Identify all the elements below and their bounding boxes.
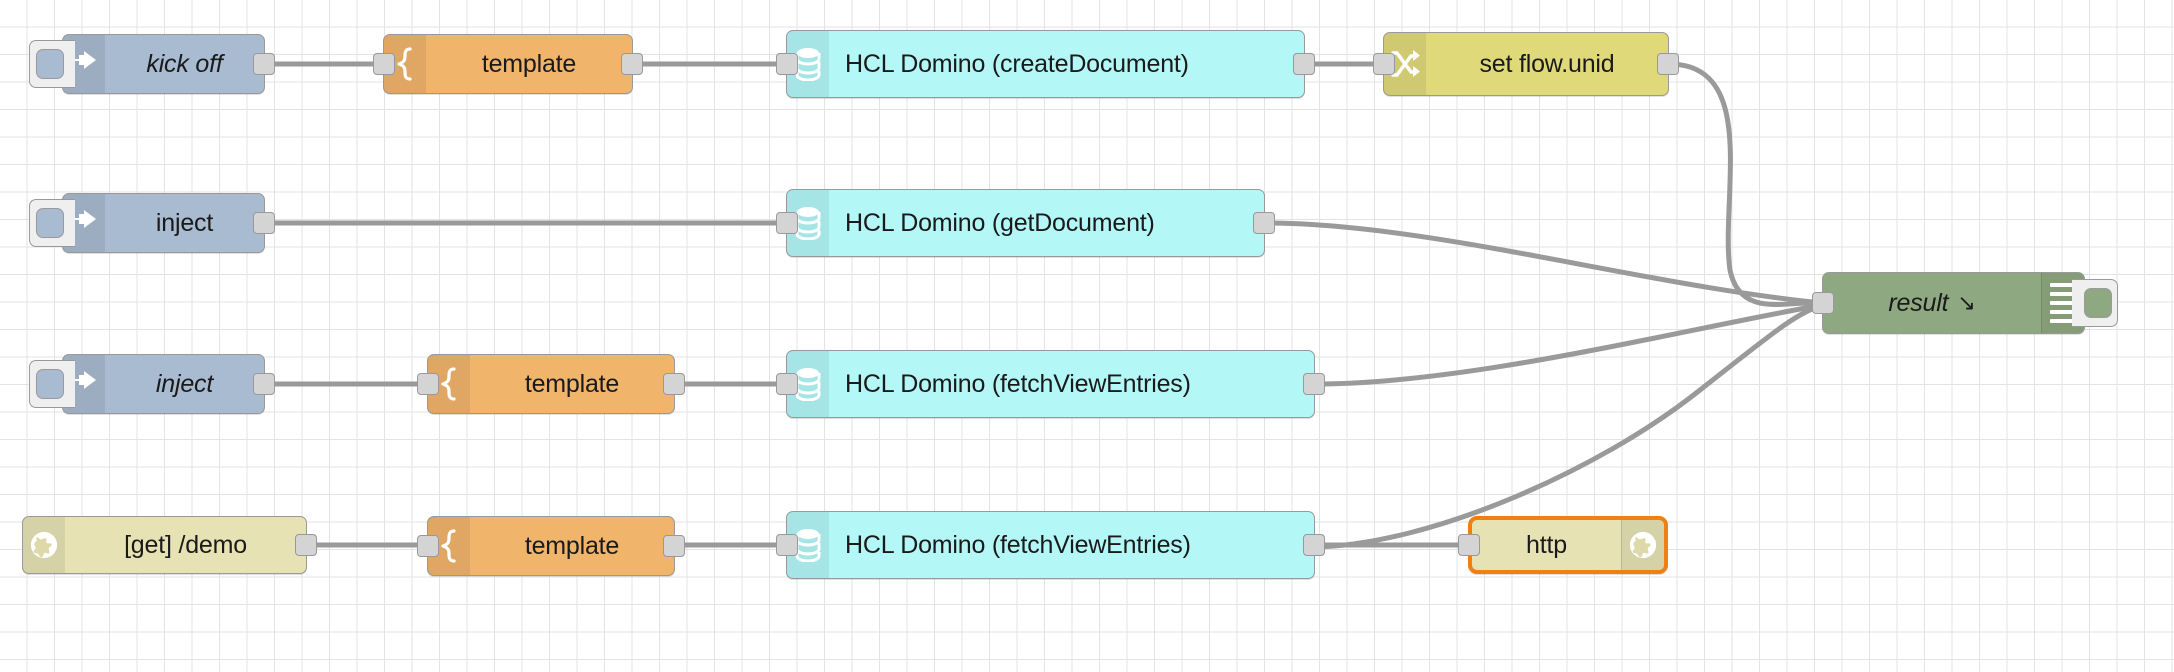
input-port[interactable] (417, 535, 439, 557)
node-label: inject (155, 369, 214, 398)
output-port[interactable] (1657, 53, 1679, 75)
wire-dominofetch3-to-result (1312, 302, 1825, 387)
debug-toggle-knob (2083, 288, 2112, 318)
output-port[interactable] (253, 212, 275, 234)
input-port[interactable] (373, 53, 395, 75)
node-label: inject (155, 208, 214, 237)
node-label: kick off (146, 49, 223, 78)
node-template-4[interactable]: template (417, 516, 685, 576)
node-domino-get[interactable]: HCL Domino (getDocument) (776, 189, 1275, 257)
input-port[interactable] (1373, 53, 1395, 75)
node-label: [get] /demo (124, 530, 247, 559)
node-label: HCL Domino (getDocument) (845, 208, 1155, 237)
node-label: HCL Domino (createDocument) (845, 49, 1189, 78)
output-port[interactable] (253, 373, 275, 395)
flow-canvas[interactable]: kick off template HCL Domino (createDocu… (0, 0, 2174, 672)
output-port[interactable] (663, 373, 685, 395)
globe-icon (1621, 520, 1664, 570)
debug-target-arrow-icon: ↘ (1957, 290, 1976, 315)
node-label: http (1526, 530, 1567, 559)
node-label: template (481, 49, 577, 78)
node-inject-3[interactable]: inject (29, 354, 275, 414)
node-http-response[interactable]: http (1458, 516, 1668, 574)
output-port[interactable] (1253, 212, 1275, 234)
input-port[interactable] (417, 373, 439, 395)
inject-trigger-knob (35, 49, 64, 79)
node-label: set flow.unid (1479, 49, 1615, 78)
node-label: template (524, 369, 620, 398)
output-port[interactable] (1293, 53, 1315, 75)
input-port[interactable] (776, 534, 798, 556)
globe-icon (23, 517, 65, 573)
wire-change-to-result (1666, 61, 1825, 308)
node-template-1[interactable]: template (373, 34, 643, 94)
node-domino-create[interactable]: HCL Domino (createDocument) (776, 30, 1315, 98)
inject-trigger-knob (35, 208, 64, 238)
debug-toggle-button[interactable] (2072, 279, 2118, 327)
output-port[interactable] (663, 535, 685, 557)
node-template-3[interactable]: template (417, 354, 685, 414)
input-port[interactable] (776, 53, 798, 75)
output-port[interactable] (621, 53, 643, 75)
inject-trigger-button[interactable] (29, 199, 75, 247)
node-domino-fetch-3[interactable]: HCL Domino (fetchViewEntries) (776, 350, 1325, 418)
inject-trigger-knob (35, 369, 64, 399)
node-label: result ↘ (1823, 273, 2041, 333)
node-set-flow-unid[interactable]: set flow.unid (1373, 32, 1679, 96)
node-label: template (524, 531, 620, 560)
node-inject-2[interactable]: inject (29, 193, 275, 253)
input-port[interactable] (776, 373, 798, 395)
output-port[interactable] (295, 534, 317, 556)
node-label: HCL Domino (fetchViewEntries) (845, 530, 1191, 559)
output-port[interactable] (1303, 373, 1325, 395)
inject-trigger-button[interactable] (29, 360, 75, 408)
node-kick-off[interactable]: kick off (29, 34, 275, 94)
node-http-in-demo[interactable]: [get] /demo (22, 516, 317, 574)
input-port[interactable] (776, 212, 798, 234)
input-port[interactable] (1458, 534, 1480, 556)
node-result-debug[interactable]: result ↘ (1812, 272, 2118, 334)
output-port[interactable] (1303, 534, 1325, 556)
node-domino-fetch-4[interactable]: HCL Domino (fetchViewEntries) (776, 511, 1325, 579)
result-label-text: result (1888, 288, 1949, 317)
inject-trigger-button[interactable] (29, 40, 75, 88)
node-label: HCL Domino (fetchViewEntries) (845, 369, 1191, 398)
input-port[interactable] (1812, 292, 1834, 314)
output-port[interactable] (253, 53, 275, 75)
wire-dominoget-to-result (1262, 220, 1825, 306)
wire-domino4-to-result (1312, 303, 1825, 550)
